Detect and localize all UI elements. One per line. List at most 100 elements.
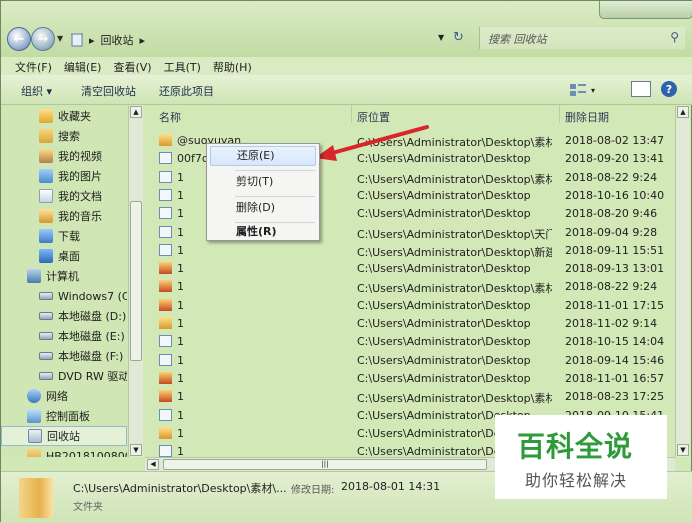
file-original-location: C:\Users\Administrator\Desktop (357, 371, 531, 385)
organize-button[interactable]: 组织 ▾ (21, 83, 52, 99)
sidebar-item-label: Windows7 (C: (58, 289, 127, 303)
file-deleted-date: 2018-10-15 14:04 (565, 335, 665, 349)
sidebar-item[interactable]: 本地磁盘 (F:) (1, 346, 127, 366)
sidebar-item[interactable]: DVD RW 驱动 (1, 366, 127, 386)
context-restore[interactable]: 还原(E) (210, 146, 316, 166)
file-original-location: C:\Users\Administrator\Desktop (357, 353, 531, 367)
column-deleted-date[interactable]: 删除日期 (565, 109, 609, 125)
file-original-location: C:\Users\Administrator\Desktop (357, 188, 531, 202)
file-icon (159, 445, 172, 458)
window-controls[interactable] (599, 1, 692, 19)
music-icon (39, 209, 53, 223)
scroll-down-icon[interactable]: ▼ (130, 444, 142, 456)
sidebar-item[interactable]: HB2018100800 (1, 446, 127, 457)
file-deleted-date: 2018-09-14 15:46 (565, 353, 665, 367)
sidebar-item[interactable]: 控制面板 (1, 406, 127, 426)
column-name[interactable]: 名称 (159, 109, 181, 125)
sidebar-item[interactable]: 回收站 (1, 426, 127, 446)
breadcrumb[interactable]: ▸ 回收站 ▸ (89, 32, 145, 48)
chevron-down-icon: ▾ (591, 85, 596, 95)
drive-icon (39, 352, 53, 360)
file-row[interactable]: 1 C:\Users\Administrator\Desktop 2018-10-1… (149, 332, 675, 350)
folder-icon (159, 134, 172, 146)
file-deleted-date: 2018-08-20 9:46 (565, 207, 658, 221)
help-icon[interactable]: ? (661, 81, 677, 97)
navigation-scrollbar[interactable]: ▲ ▼ (128, 105, 143, 457)
scroll-up-icon[interactable]: ▲ (130, 106, 142, 118)
file-deleted-date: 2018-09-04 9:28 (565, 225, 658, 239)
back-button[interactable]: ← (7, 27, 31, 51)
context-properties[interactable]: 属性(R) (210, 222, 316, 242)
sidebar-item[interactable]: 我的视频 (1, 146, 127, 166)
file-row[interactable]: 1 C:\Users\Administrator\Desktop 2018-11-0… (149, 369, 675, 387)
sidebar-item[interactable]: Windows7 (C: (1, 286, 127, 306)
preview-pane-button[interactable] (631, 81, 651, 97)
address-dropdown[interactable]: ▼ (438, 33, 444, 42)
column-divider[interactable] (559, 105, 560, 123)
sidebar-item[interactable]: 网络 (1, 386, 127, 406)
sidebar-item[interactable]: 桌面 (1, 246, 127, 266)
sidebar-item[interactable]: 搜索 (1, 126, 127, 146)
image-icon (159, 262, 172, 275)
sidebar-item[interactable]: 下载 (1, 226, 127, 246)
menu-file[interactable]: 文件(F) (9, 57, 58, 75)
file-original-location: C:\Users\Administrator\Desktop (357, 317, 531, 330)
search-input[interactable]: 搜索 回收站 ⚲ (479, 27, 685, 49)
recent-pages-dropdown[interactable]: ▼ (57, 34, 63, 43)
file-row[interactable]: 1 C:\Users\Administrator\Desktop 2018-09-1… (149, 259, 675, 277)
scroll-left-icon[interactable]: ◀ (147, 459, 159, 470)
address-bar-area: ← → ▼ ▸ 回收站 ▸ ▼ ↻ 搜索 回收站 ⚲ (1, 1, 692, 57)
column-divider[interactable] (351, 105, 352, 123)
context-menu: 还原(E) 剪切(T) 删除(D) 属性(R) (206, 143, 320, 241)
sidebar-item-label: 下载 (58, 230, 80, 243)
empty-recycle-bin-button[interactable]: 清空回收站 (81, 83, 136, 99)
search-icon[interactable]: ⚲ (670, 30, 679, 44)
file-deleted-date: 2018-11-02 9:14 (565, 317, 658, 330)
sidebar-item[interactable]: 我的音乐 (1, 206, 127, 226)
sidebar-item[interactable]: 本地磁盘 (E:) (1, 326, 127, 346)
menu-help[interactable]: 帮助(H) (207, 57, 258, 75)
file-deleted-date: 2018-09-11 15:51 (565, 243, 665, 257)
scroll-down-icon[interactable]: ▼ (677, 444, 689, 456)
sidebar-item[interactable]: 收藏夹 (1, 106, 127, 126)
recycle-bin-icon (71, 33, 83, 47)
watermark-logo: 百科全说 助你轻松解决 (495, 415, 667, 499)
video-icon (39, 149, 53, 163)
details-type: 文件夹 (73, 502, 103, 513)
file-deleted-date: 2018-11-01 16:57 (565, 371, 665, 385)
details-modified-value: 2018-08-01 14:31 (341, 480, 441, 493)
context-cut[interactable]: 剪切(T) (210, 172, 316, 192)
file-row[interactable]: 1 C:\Users\Administrator\Desktop\素材 2018-0… (149, 277, 675, 295)
restore-item-button[interactable]: 还原此项目 (159, 83, 214, 99)
picture-icon (39, 169, 53, 183)
menu-edit[interactable]: 编辑(E) (58, 57, 108, 75)
file-row[interactable]: 1 C:\Users\Administrator\Desktop\新建... 201… (149, 241, 675, 259)
file-row[interactable]: 1 C:\Users\Administrator\Desktop 2018-11-0… (149, 296, 675, 314)
scroll-up-icon[interactable]: ▲ (677, 106, 689, 118)
file-name: 1 (177, 280, 184, 294)
recycle-bin-icon (28, 429, 42, 443)
details-modified-label: 修改日期: (291, 485, 335, 496)
sidebar-item[interactable]: 我的图片 (1, 166, 127, 186)
control-panel-icon (27, 409, 41, 423)
details-path: C:\Users\Administrator\Desktop\素材\... (73, 482, 287, 495)
menu-view[interactable]: 查看(V) (107, 57, 157, 75)
scroll-thumb[interactable] (130, 201, 142, 361)
network-icon (27, 389, 41, 403)
file-list-scrollbar[interactable]: ▲ ▼ (675, 105, 690, 457)
refresh-icon[interactable]: ↻ (453, 30, 464, 45)
image-icon (159, 390, 172, 403)
sidebar-item[interactable]: 本地磁盘 (D:) (1, 306, 127, 326)
context-delete[interactable]: 删除(D) (210, 198, 316, 218)
file-row[interactable]: 1 C:\Users\Administrator\Desktop 2018-11-0… (149, 314, 675, 332)
file-row[interactable]: 1 C:\Users\Administrator\Desktop\素材 2018-0… (149, 387, 675, 405)
file-row[interactable]: 1 C:\Users\Administrator\Desktop 2018-09-1… (149, 351, 675, 369)
breadcrumb-item[interactable]: 回收站 (101, 32, 134, 48)
chevron-down-icon: ▾ (46, 85, 53, 98)
sidebar-item[interactable]: 计算机 (1, 266, 127, 286)
menu-tools[interactable]: 工具(T) (158, 57, 207, 75)
forward-button[interactable]: → (31, 27, 55, 51)
scroll-thumb[interactable]: ||| (163, 459, 487, 470)
change-view-button[interactable]: ▾ (569, 81, 609, 99)
sidebar-item[interactable]: 我的文档 (1, 186, 127, 206)
